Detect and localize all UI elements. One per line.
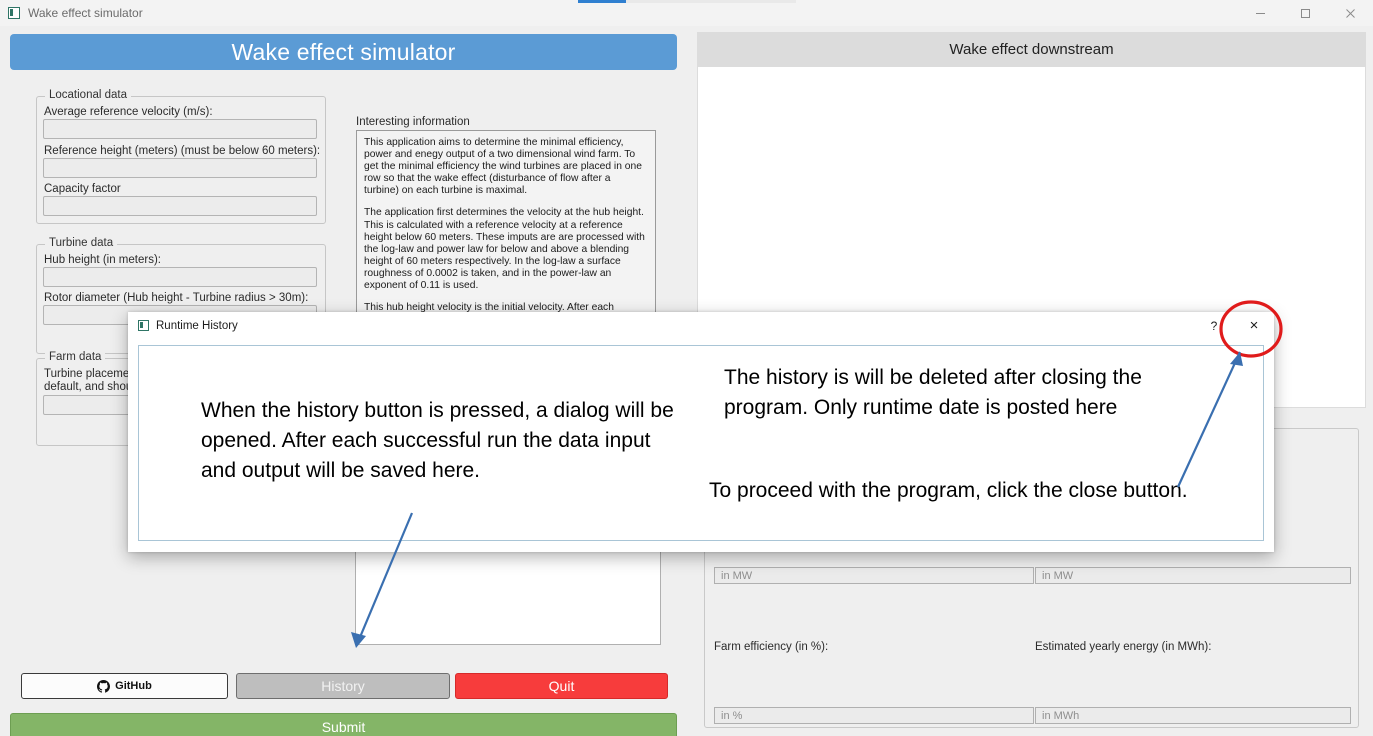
label-farm-efficiency: Farm efficiency (in %): xyxy=(714,641,829,653)
info-paragraph: This application aims to determine the m… xyxy=(364,137,642,197)
plot-title: Wake effect downstream xyxy=(697,32,1366,66)
result-power-left[interactable]: in MW xyxy=(714,567,1034,584)
github-icon xyxy=(97,679,111,693)
dialog-close-button[interactable]: × xyxy=(1234,312,1274,339)
label-average-reference-velocity: Average reference velocity (m/s): xyxy=(44,106,213,118)
input-average-reference-velocity[interactable] xyxy=(43,119,317,139)
label-interesting-information: Interesting information xyxy=(356,116,470,128)
group-title-locational: Locational data xyxy=(45,89,132,101)
close-icon[interactable] xyxy=(1328,0,1373,26)
label-reference-height: Reference height (meters) (must be below… xyxy=(44,145,321,157)
app-banner-title: Wake effect simulator xyxy=(10,34,677,70)
maximize-icon[interactable] xyxy=(1283,0,1328,26)
group-title-turbine: Turbine data xyxy=(45,237,118,249)
history-button[interactable]: History xyxy=(236,673,450,699)
result-power-right[interactable]: in MW xyxy=(1035,567,1351,584)
label-rotor-diameter: Rotor diameter (Hub height - Turbine rad… xyxy=(44,292,309,304)
quit-button-label: Quit xyxy=(548,678,575,694)
annotation-close-instruction: To proceed with the program, click the c… xyxy=(709,479,1188,502)
dialog-history-textarea[interactable]: When the history button is pressed, a di… xyxy=(138,345,1264,541)
window-title: Wake effect simulator xyxy=(28,6,143,20)
dialog-help-button[interactable]: ? xyxy=(1194,312,1234,339)
github-button-label: GitHub xyxy=(115,680,152,692)
window-controls xyxy=(1238,0,1373,26)
input-reference-height[interactable] xyxy=(43,158,317,178)
dialog-titlebar: Runtime History ? × xyxy=(128,312,1274,339)
app-icon xyxy=(8,7,20,19)
runtime-history-dialog: Runtime History ? × When the history but… xyxy=(128,312,1274,552)
annotation-history-explanation: When the history button is pressed, a di… xyxy=(201,399,674,482)
input-hub-height[interactable] xyxy=(43,267,317,287)
interesting-information-textbox[interactable]: This application aims to determine the m… xyxy=(356,130,656,342)
minimize-icon[interactable] xyxy=(1238,0,1283,26)
result-farm-efficiency[interactable]: in % xyxy=(714,707,1034,724)
window-titlebar: Wake effect simulator xyxy=(0,0,1373,27)
titlebar-progress-sliver xyxy=(578,0,796,3)
quit-button[interactable]: Quit xyxy=(455,673,668,699)
info-paragraph: The application first determines the vel… xyxy=(364,207,645,292)
input-capacity-factor[interactable] xyxy=(43,196,317,216)
history-button-label: History xyxy=(321,678,365,694)
github-button[interactable]: GitHub xyxy=(21,673,228,699)
submit-button-label: Submit xyxy=(321,718,366,735)
label-hub-height: Hub height (in meters): xyxy=(44,254,161,266)
result-estimated-yearly-energy[interactable]: in MWh xyxy=(1035,707,1351,724)
dialog-title: Runtime History xyxy=(156,319,238,332)
label-capacity-factor: Capacity factor xyxy=(44,183,121,195)
group-title-farm: Farm data xyxy=(45,351,106,363)
dialog-app-icon xyxy=(138,320,149,331)
annotation-history-deleted: The history is will be deleted after clo… xyxy=(724,366,1142,419)
submit-button[interactable]: Submit xyxy=(10,713,677,736)
label-estimated-yearly-energy: Estimated yearly energy (in MWh): xyxy=(1035,641,1212,653)
dialog-controls: ? × xyxy=(1194,312,1274,339)
